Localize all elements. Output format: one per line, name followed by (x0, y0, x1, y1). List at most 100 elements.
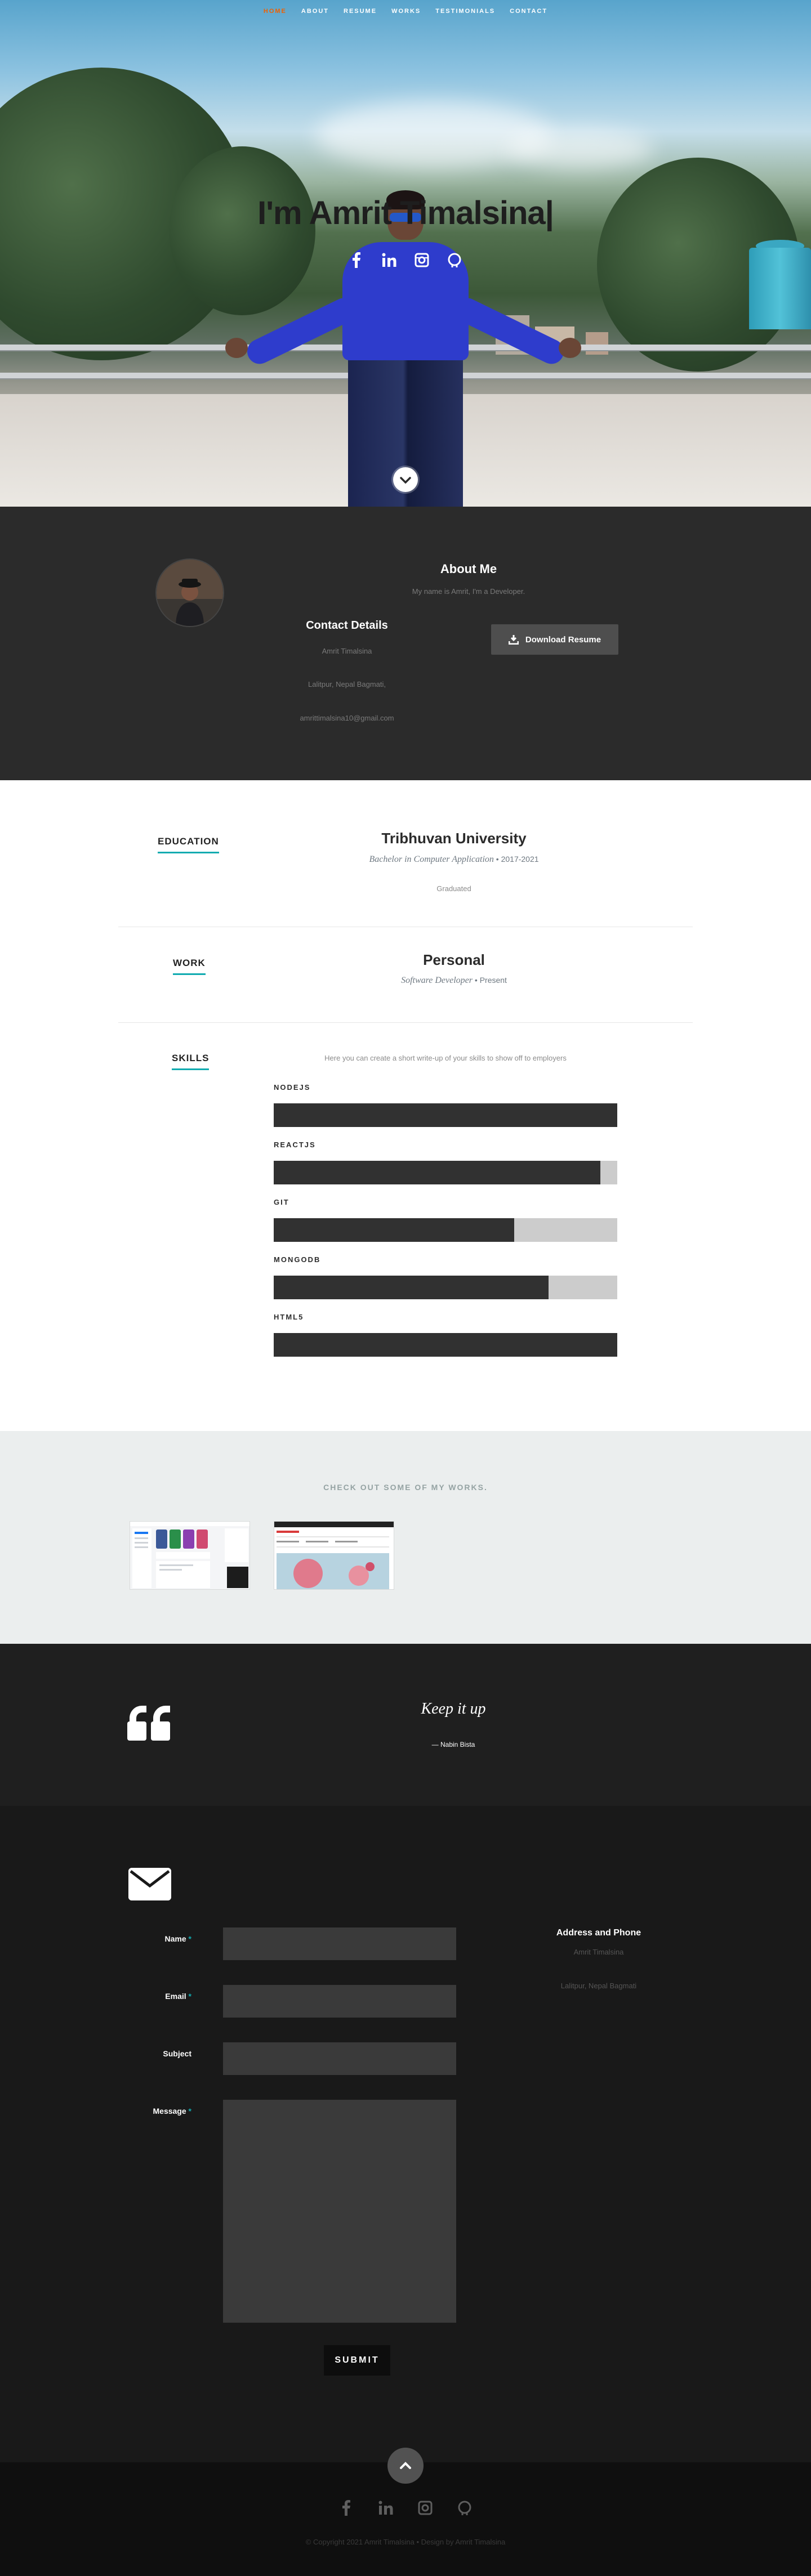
education-meta: Bachelor in Computer Application • 2017-… (313, 855, 595, 865)
skills-intro: Here you can create a short write-up of … (324, 1054, 567, 1062)
message-label: Message * (113, 2107, 192, 2116)
skill-name: REACTJS (274, 1141, 316, 1149)
nav-about[interactable]: ABOUT (301, 8, 329, 15)
facebook-icon[interactable] (349, 252, 364, 268)
work-company: Personal (423, 951, 485, 968)
chevron-down-icon (400, 477, 411, 484)
hero-social-links (0, 252, 811, 268)
education-school: Tribhuvan University (381, 830, 527, 847)
skills-heading-text: SKILLS (172, 1053, 210, 1063)
testimonials-section: Keep it up — Nabin Bista (0, 1644, 811, 1806)
copyright: © Copyright 2021 Amrit Timalsina • Desig… (305, 2538, 506, 2546)
work-meta: Software Developer • Present (313, 976, 595, 986)
email-label: Email * (113, 1992, 191, 2001)
about-section: About Me My name is Amrit, I'm a Develop… (0, 507, 811, 780)
skill-bar-fill (274, 1161, 600, 1184)
name-label: Name * (113, 1934, 191, 1943)
education-note: Graduated (436, 884, 471, 893)
required-mark: * (188, 2107, 191, 2116)
skill-bar (274, 1161, 617, 1184)
address-title: Address and Phone (556, 1928, 641, 1938)
subject-label-text: Subject (163, 2049, 191, 2058)
main-nav: HOME ABOUT RESUME WORKS TESTIMONIALS CON… (0, 8, 811, 15)
skill-bar-fill (274, 1218, 514, 1242)
skill-bar (274, 1333, 617, 1357)
email-label-text: Email (165, 1992, 186, 2001)
nav-resume[interactable]: RESUME (344, 8, 377, 15)
contact-email[interactable]: amrittimalsina10@gmail.com (257, 714, 437, 722)
scroll-down-button[interactable] (393, 467, 418, 492)
work-heading: WORK (173, 958, 206, 975)
facebook-icon[interactable] (338, 2499, 355, 2516)
work-thumbnail[interactable] (130, 1521, 250, 1590)
submit-button[interactable]: SUBMIT (324, 2345, 390, 2376)
required-mark: * (188, 1992, 191, 2001)
skill-name: GIT (274, 1198, 289, 1206)
contact-name: Amrit Timalsina (322, 647, 372, 655)
contact-details-title: Contact Details (306, 619, 388, 632)
subject-label: Subject (113, 2049, 191, 2058)
section-divider (118, 1022, 693, 1023)
chevron-up-icon (400, 2462, 411, 2469)
github-icon[interactable] (447, 252, 462, 268)
hero-title: I'm Amrit Timalsina| (257, 195, 554, 231)
education-degree: Bachelor in Computer Application (369, 855, 494, 864)
quote-icon (127, 1703, 171, 1741)
nav-contact[interactable]: CONTACT (510, 8, 547, 15)
instagram-icon[interactable] (414, 252, 430, 268)
envelope-icon (128, 1868, 171, 1900)
message-label-text: Message (153, 2107, 186, 2116)
address-location: Lalitpur, Nepal Bagmati (560, 1982, 637, 1990)
skill-name: HTML5 (274, 1313, 304, 1321)
bullet: • (474, 976, 480, 985)
testimonial-author: — Nabin Bista (431, 1741, 475, 1748)
footer-social-links (0, 2499, 811, 2516)
work-thumbnail[interactable] (274, 1521, 394, 1590)
contact-section: Name * Email * Subject Message * SUBMIT … (0, 1806, 811, 2462)
nav-testimonials[interactable]: TESTIMONIALS (435, 8, 495, 15)
hero-section: HOME ABOUT RESUME WORKS TESTIMONIALS CON… (0, 0, 811, 507)
work-period: Present (479, 976, 507, 985)
required-mark: * (188, 1934, 191, 1943)
about-description: My name is Amrit, I'm a Developer. (412, 587, 525, 596)
work-role: Software Developer (401, 976, 473, 985)
github-icon[interactable] (456, 2499, 473, 2516)
skill-name: NODEJS (274, 1083, 311, 1092)
about-title: About Me (440, 562, 497, 576)
download-icon (508, 635, 519, 645)
skill-bar-fill (274, 1103, 617, 1127)
name-label-text: Name (164, 1934, 186, 1943)
education-underline (158, 852, 219, 853)
skill-bar (274, 1103, 617, 1127)
message-textarea[interactable] (223, 2100, 456, 2323)
education-heading: EDUCATION (158, 836, 219, 853)
linkedin-icon[interactable] (377, 2499, 394, 2516)
skills-underline (172, 1068, 210, 1070)
work-heading-text: WORK (173, 958, 206, 968)
instagram-icon[interactable] (417, 2499, 434, 2516)
work-underline (173, 973, 206, 975)
avatar (155, 558, 224, 627)
nav-works[interactable]: WORKS (391, 8, 421, 15)
download-resume-label: Download Resume (525, 634, 601, 645)
footer: © Copyright 2021 Amrit Timalsina • Desig… (0, 2448, 811, 2576)
name-input[interactable] (223, 1927, 456, 1960)
education-heading-text: EDUCATION (158, 836, 219, 847)
contact-address: Lalitpur, Nepal Bagmati, (308, 680, 386, 688)
works-title: CHECK OUT SOME OF MY WORKS. (323, 1483, 488, 1492)
skill-bar-fill (274, 1276, 549, 1299)
skill-bar (274, 1218, 617, 1242)
download-resume-button[interactable]: Download Resume (491, 624, 618, 655)
skill-bar-fill (274, 1333, 617, 1357)
nav-home[interactable]: HOME (264, 8, 287, 15)
subject-input[interactable] (223, 2042, 456, 2075)
address-name: Amrit Timalsina (573, 1948, 624, 1956)
testimonial-quote: Keep it up (421, 1700, 486, 1718)
back-to-top-button[interactable] (387, 2448, 424, 2484)
skills-heading: SKILLS (172, 1053, 210, 1070)
email-input[interactable] (223, 1985, 456, 2018)
linkedin-icon[interactable] (381, 252, 397, 268)
skill-name: MONGODB (274, 1255, 321, 1264)
skill-bar (274, 1276, 617, 1299)
bullet: • (496, 855, 501, 864)
